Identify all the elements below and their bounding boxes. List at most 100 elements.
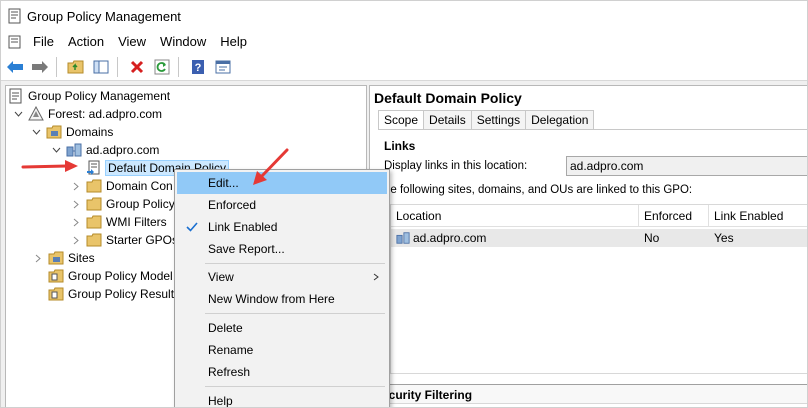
tree-node-sites[interactable]: Sites	[32, 249, 95, 267]
menu-separator	[205, 313, 385, 314]
title-bar: Group Policy Management	[1, 1, 807, 31]
context-menu: Edit... Enforced Link Enabled Save Repor…	[174, 169, 390, 407]
menu-item-save-report[interactable]: Save Report...	[177, 238, 387, 260]
menu-item-refresh[interactable]: Refresh	[177, 361, 387, 383]
scope-tab-body: Links Display links in this location: ad…	[378, 129, 807, 407]
table-row[interactable]: ad.adpro.com No Yes	[391, 229, 807, 247]
gpm-window: Group Policy Management File Action View…	[0, 0, 808, 408]
help-button[interactable]: ?	[187, 56, 209, 78]
menu-item-link-enabled[interactable]: Link Enabled	[177, 216, 387, 238]
properties-icon	[215, 60, 231, 73]
svg-text:?: ?	[195, 62, 202, 74]
security-filtering-bar: ecurity Filtering	[378, 384, 807, 404]
column-location[interactable]: Location	[391, 205, 639, 227]
expand-icon[interactable]	[70, 198, 82, 210]
menu-item-view[interactable]: View	[177, 266, 387, 288]
menu-item-delete[interactable]: Delete	[177, 317, 387, 339]
expand-icon[interactable]	[70, 180, 82, 192]
show-hide-tree-button[interactable]	[90, 56, 112, 78]
refresh-button[interactable]	[151, 56, 173, 78]
display-links-dropdown[interactable]: ad.adpro.com	[566, 156, 807, 176]
submenu-arrow-icon	[373, 273, 379, 281]
tree-label: Group Policy Results	[68, 287, 181, 301]
delete-button[interactable]	[126, 56, 148, 78]
display-links-label: Display links in this location:	[384, 160, 528, 172]
annotation-arrow-icon	[21, 160, 78, 172]
cell-enforced: No	[644, 231, 660, 245]
links-table: Location Enforced Link Enabled ad.adpro.…	[390, 204, 807, 374]
toolbar-separator	[178, 56, 179, 77]
tab-details[interactable]: Details	[423, 110, 472, 129]
toolbar: ?	[1, 53, 807, 81]
tree-label: Group Policy	[106, 197, 175, 211]
tree-node-domain-controllers[interactable]: Domain Con	[70, 177, 173, 195]
links-table-header: Location Enforced Link Enabled	[391, 205, 807, 227]
tab-settings[interactable]: Settings	[470, 110, 527, 129]
expand-icon[interactable]	[70, 234, 82, 246]
domain-icon	[66, 143, 82, 157]
content-area: Group Policy Management Forest: ad.adpro…	[1, 81, 807, 407]
gpo-folder-icon	[86, 197, 102, 211]
tree-node-root[interactable]: Group Policy Management	[8, 87, 170, 105]
tree-node-wmi-filters[interactable]: WMI Filters	[70, 213, 167, 231]
toolbar-separator	[56, 56, 57, 77]
cell-link-enabled: Yes	[714, 231, 734, 245]
menu-file[interactable]: File	[26, 31, 61, 53]
collapse-icon[interactable]	[50, 144, 62, 156]
tree-label: Group Policy Model	[68, 269, 173, 283]
expand-icon[interactable]	[70, 216, 82, 228]
collapse-icon[interactable]	[30, 126, 42, 138]
tab-scope[interactable]: Scope	[378, 110, 425, 130]
menu-bar: File Action View Window Help	[1, 31, 807, 53]
linked-locations-caption: he following sites, domains, and OUs are…	[384, 184, 693, 196]
collapse-icon[interactable]	[12, 108, 24, 120]
back-button[interactable]	[4, 56, 26, 78]
column-enforced[interactable]: Enforced	[639, 205, 709, 227]
toolbar-separator	[117, 56, 118, 77]
annotation-arrow-icon	[253, 148, 289, 185]
gpm-root-icon	[9, 88, 22, 104]
menu-item-help[interactable]: Help	[177, 390, 387, 407]
cell-location-text: ad.adpro.com	[413, 231, 487, 245]
tree-node-domains[interactable]: Domains	[30, 123, 113, 141]
ou-folder-icon	[86, 179, 102, 193]
delete-icon	[130, 60, 144, 73]
refresh-icon	[154, 59, 170, 74]
wmi-folder-icon	[86, 215, 102, 229]
tree-label: Starter GPOs	[106, 233, 179, 247]
properties-button[interactable]	[212, 56, 234, 78]
forest-icon	[28, 106, 44, 121]
folder-up-icon	[67, 60, 84, 73]
tree-node-results[interactable]: Group Policy Results	[48, 285, 180, 303]
tree-node-starter-gpos[interactable]: Starter GPOs	[70, 231, 178, 249]
tree-node-forest[interactable]: Forest: ad.adpro.com	[12, 105, 162, 123]
forward-button[interactable]	[29, 56, 51, 78]
tree-node-domain[interactable]: ad.adpro.com	[50, 141, 159, 159]
system-menu-icon[interactable]	[8, 35, 22, 49]
tree-node-modeling[interactable]: Group Policy Model	[48, 267, 173, 285]
tree-label: Domains	[66, 125, 114, 139]
menu-item-new-window[interactable]: New Window from Here	[177, 288, 387, 310]
detail-tabs: Scope Details Settings Delegation	[378, 110, 595, 130]
domains-folder-icon	[46, 125, 62, 139]
modeling-icon	[48, 269, 64, 283]
tree-label: Sites	[68, 251, 95, 265]
menu-action[interactable]: Action	[61, 31, 111, 53]
tab-delegation[interactable]: Delegation	[525, 110, 595, 129]
menu-view[interactable]: View	[111, 31, 153, 53]
detail-pane: Default Domain Policy Scope Details Sett…	[369, 85, 807, 407]
column-link-enabled[interactable]: Link Enabled	[709, 205, 807, 227]
menu-help[interactable]: Help	[213, 31, 254, 53]
up-button[interactable]	[65, 56, 87, 78]
tree-label: Group Policy Management	[28, 89, 171, 103]
menu-separator	[205, 386, 385, 387]
links-heading: Links	[384, 139, 416, 153]
sites-folder-icon	[48, 251, 64, 265]
tree-node-group-policy-objects[interactable]: Group Policy	[70, 195, 175, 213]
expand-icon[interactable]	[32, 252, 44, 264]
menu-item-rename[interactable]: Rename	[177, 339, 387, 361]
menu-item-enforced[interactable]: Enforced	[177, 194, 387, 216]
window-title: Group Policy Management	[27, 8, 181, 24]
menu-window[interactable]: Window	[153, 31, 213, 53]
menu-item-view-label: View	[208, 270, 234, 284]
